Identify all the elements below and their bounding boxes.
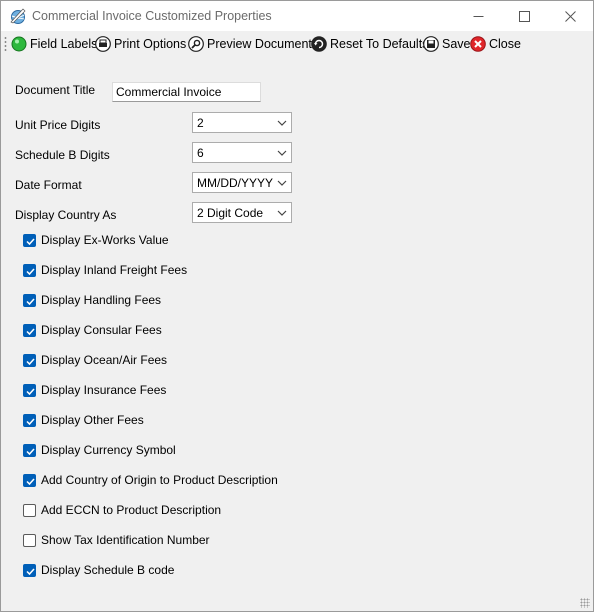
field-labels-label: Field Labels — [30, 37, 98, 51]
close-icon — [564, 10, 576, 22]
option-label: Show Tax Identification Number — [41, 533, 210, 547]
chevron-down-icon — [277, 150, 287, 156]
preview-document-label: Preview Document — [207, 37, 312, 51]
minimize-button[interactable] — [455, 1, 501, 31]
window-title: Commercial Invoice Customized Properties — [32, 9, 272, 23]
preview-document-button[interactable]: Preview Document — [188, 33, 312, 55]
close-window-button[interactable] — [547, 1, 593, 31]
close-button[interactable]: Close — [470, 33, 521, 55]
document-title-label: Document Title — [15, 83, 96, 97]
print-options-button[interactable]: Print Options — [95, 33, 186, 55]
option-show-tax-identification-number[interactable]: Show Tax Identification Number — [23, 532, 210, 548]
checkbox[interactable] — [23, 353, 36, 367]
unit-price-digits-value: 2 — [197, 116, 204, 130]
option-label: Display Ex-Works Value — [41, 233, 169, 247]
checkbox[interactable] — [23, 233, 36, 247]
check-icon — [26, 567, 35, 575]
schedule-b-digits-label: Schedule B Digits — [15, 148, 110, 162]
option-display-inland-freight-fees[interactable]: Display Inland Freight Fees — [23, 262, 187, 278]
checkbox[interactable] — [23, 443, 36, 457]
date-format-value: MM/DD/YYYY — [197, 176, 274, 190]
option-label: Display Inland Freight Fees — [41, 263, 188, 277]
option-label: Display Schedule B code — [41, 563, 175, 577]
document-title-input[interactable]: Commercial Invoice — [112, 82, 261, 102]
check-icon — [26, 477, 35, 485]
toolbar-grip[interactable] — [4, 36, 7, 52]
checkbox[interactable] — [23, 383, 36, 397]
print-options-label: Print Options — [114, 37, 187, 51]
date-format-label: Date Format — [15, 178, 82, 192]
option-label: Add Country of Origin to Product Descrip… — [41, 473, 278, 487]
chevron-down-icon — [277, 180, 287, 186]
display-country-as-select[interactable]: 2 Digit Code — [192, 202, 292, 223]
checkbox[interactable] — [23, 413, 36, 427]
check-icon — [26, 237, 35, 245]
display-country-as-label: Display Country As — [15, 208, 117, 222]
option-display-consular-fees[interactable]: Display Consular Fees — [23, 322, 162, 338]
printer-icon — [95, 36, 111, 52]
option-display-insurance-fees[interactable]: Display Insurance Fees — [23, 382, 166, 398]
chevron-down-icon — [277, 120, 287, 126]
red-x-icon — [470, 36, 486, 52]
option-label: Add ECCN to Product Description — [41, 503, 222, 517]
option-add-eccn[interactable]: Add ECCN to Product Description — [23, 502, 221, 518]
unit-price-digits-label: Unit Price Digits — [15, 118, 101, 132]
checkbox[interactable] — [23, 323, 36, 337]
check-icon — [26, 297, 35, 305]
option-display-ocean-air-fees[interactable]: Display Ocean/Air Fees — [23, 352, 167, 368]
minimize-icon — [473, 15, 483, 17]
schedule-b-digits-value: 6 — [197, 146, 204, 160]
option-label: Display Ocean/Air Fees — [41, 353, 168, 367]
option-display-schedule-b-code[interactable]: Display Schedule B code — [23, 562, 174, 578]
reset-to-defaults-button[interactable]: Reset To Defaults — [311, 33, 428, 55]
option-add-country-of-origin[interactable]: Add Country of Origin to Product Descrip… — [23, 472, 278, 488]
checkbox[interactable] — [23, 563, 36, 577]
check-icon — [26, 447, 35, 455]
maximize-button[interactable] — [501, 1, 547, 31]
resize-grip[interactable] — [580, 598, 590, 608]
save-label: Save — [442, 37, 471, 51]
option-display-other-fees[interactable]: Display Other Fees — [23, 412, 144, 428]
field-labels-button[interactable]: Field Labels — [11, 33, 97, 55]
schedule-b-digits-select[interactable]: 6 — [192, 142, 292, 163]
reset-to-defaults-label: Reset To Defaults — [330, 37, 429, 51]
option-label: Display Insurance Fees — [41, 383, 167, 397]
close-label: Close — [489, 37, 521, 51]
dialog-window: Commercial Invoice Customized Properties… — [0, 0, 594, 612]
option-label: Display Consular Fees — [41, 323, 162, 337]
chevron-down-icon — [277, 210, 287, 216]
app-globe-icon — [9, 7, 27, 25]
check-icon — [26, 387, 35, 395]
title-bar[interactable]: Commercial Invoice Customized Properties — [1, 1, 593, 31]
option-label: Display Currency Symbol — [41, 443, 176, 457]
checkbox[interactable] — [23, 503, 36, 517]
check-icon — [26, 327, 35, 335]
check-icon — [26, 267, 35, 275]
reset-icon — [311, 36, 327, 52]
option-display-handling-fees[interactable]: Display Handling Fees — [23, 292, 161, 308]
date-format-select[interactable]: MM/DD/YYYY — [192, 172, 292, 193]
unit-price-digits-select[interactable]: 2 — [192, 112, 292, 133]
display-country-as-value: 2 Digit Code — [197, 206, 264, 220]
option-label: Display Handling Fees — [41, 293, 162, 307]
option-display-ex-works-value[interactable]: Display Ex-Works Value — [23, 232, 169, 248]
option-label: Display Other Fees — [41, 413, 144, 427]
maximize-icon — [518, 10, 530, 22]
green-light-icon — [11, 36, 27, 52]
check-icon — [26, 357, 35, 365]
checkbox[interactable] — [23, 473, 36, 487]
checkbox[interactable] — [23, 293, 36, 307]
check-icon — [26, 417, 35, 425]
option-display-currency-symbol[interactable]: Display Currency Symbol — [23, 442, 176, 458]
save-icon — [423, 36, 439, 52]
magnifier-icon — [188, 36, 204, 52]
checkbox[interactable] — [23, 263, 36, 277]
save-button[interactable]: Save — [423, 33, 471, 55]
checkbox[interactable] — [23, 533, 36, 547]
toolbar: Field Labels Print Options Preview Docum… — [1, 31, 593, 57]
